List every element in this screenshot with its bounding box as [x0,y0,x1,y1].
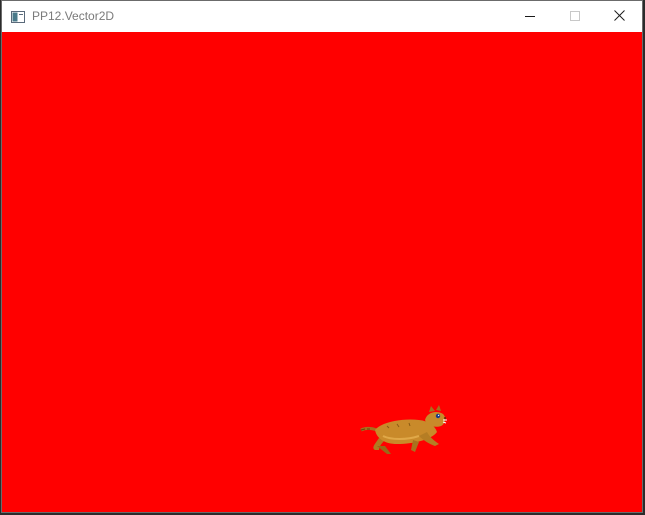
title-bar[interactable]: PP12.Vector2D [2,1,642,32]
window-title: PP12.Vector2D [32,9,115,23]
minimize-icon [524,8,535,26]
app-window: PP12.Vector2D [1,0,643,513]
maximize-button[interactable] [552,1,597,32]
cat-sprite [360,405,447,454]
maximize-icon [569,8,580,26]
app-window-icon [11,10,25,23]
close-icon [614,8,625,26]
close-button[interactable] [597,1,642,32]
game-canvas[interactable] [2,32,642,512]
minimize-button[interactable] [507,1,552,32]
